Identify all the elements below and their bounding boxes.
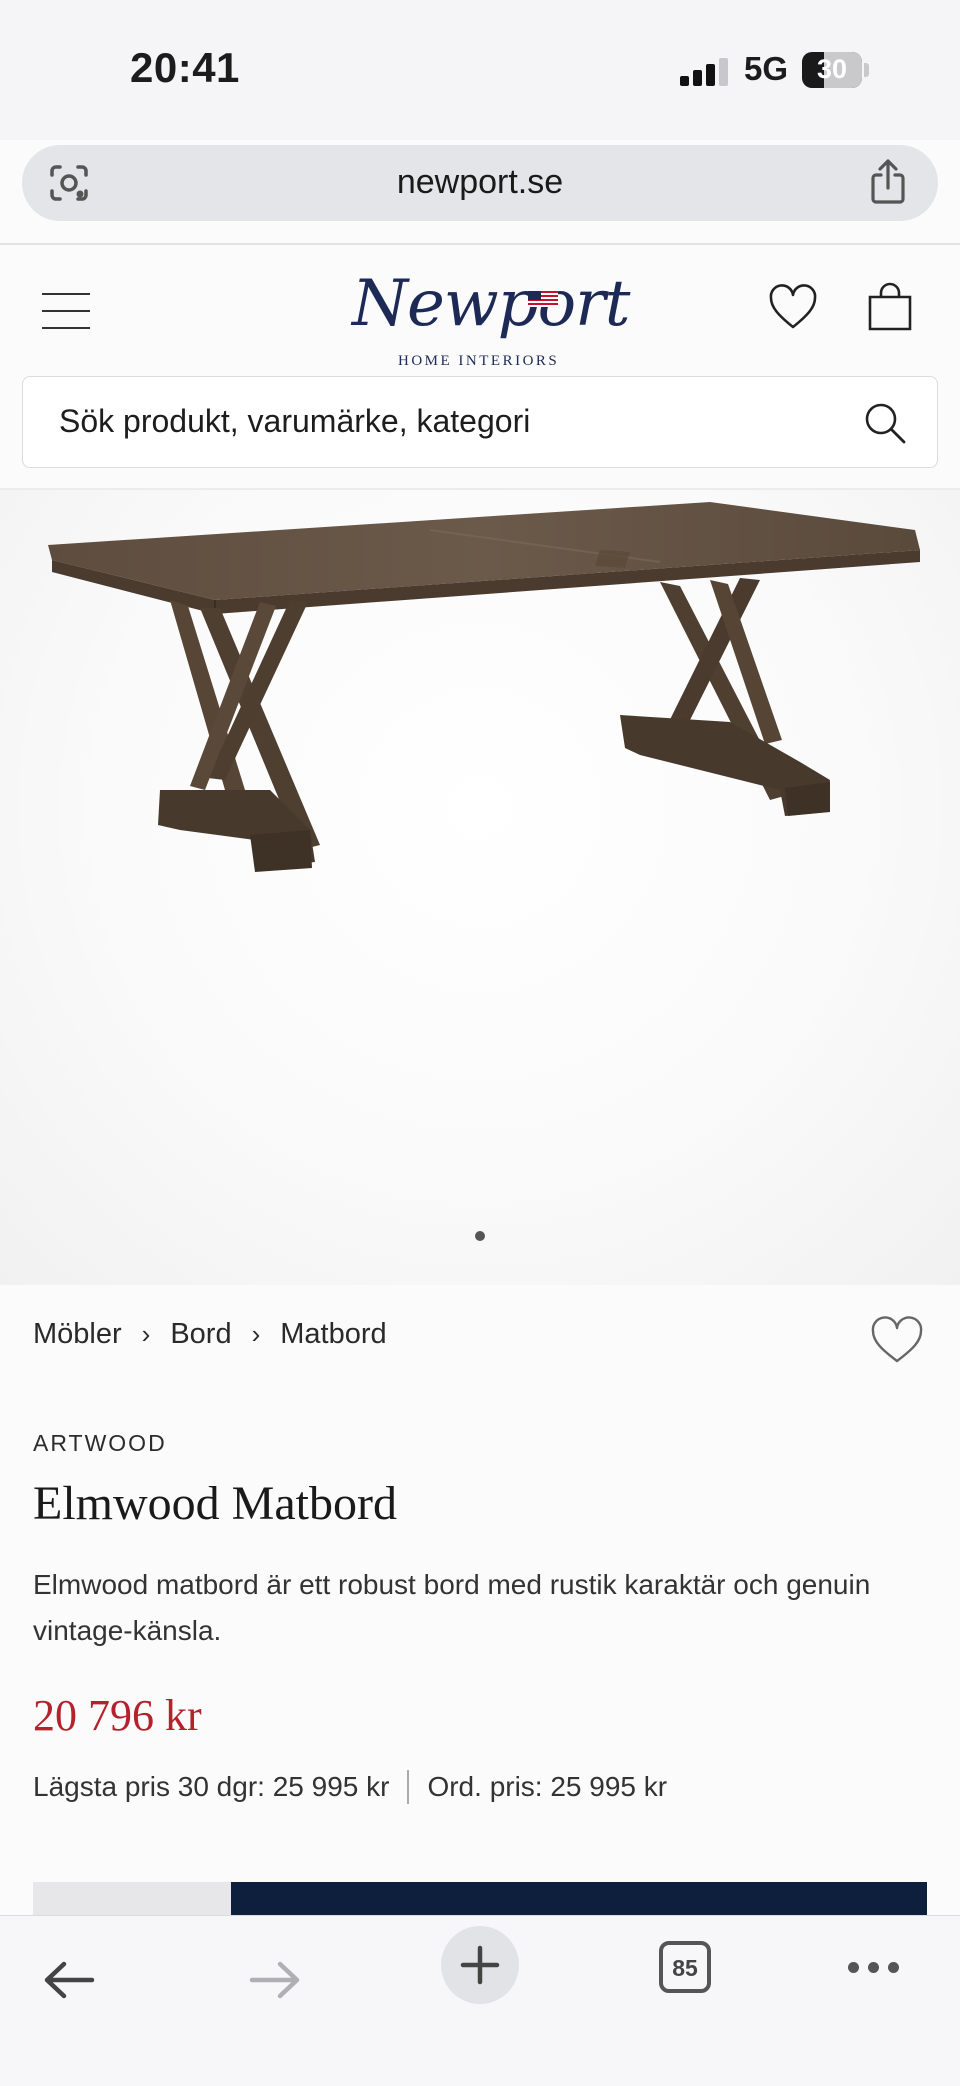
product-price: 20 796 kr xyxy=(33,1691,202,1740)
breadcrumb-item-matbord[interactable]: Matbord xyxy=(280,1318,386,1351)
logo-subtitle: HOME INTERIORS xyxy=(398,353,560,369)
search-icon[interactable] xyxy=(863,401,907,445)
search-input[interactable]: Sök produkt, varumärke, kategori xyxy=(22,376,938,468)
breadcrumb-separator: › xyxy=(251,1319,261,1349)
status-time: 20:41 xyxy=(130,44,240,91)
logo-wordmark: Newport xyxy=(352,267,630,341)
lowest-price: Lägsta pris 30 dgr: 25 995 kr xyxy=(33,1771,390,1802)
battery-icon: 30 xyxy=(802,52,862,88)
site-header: Newport HOME INTERIORS xyxy=(0,245,960,375)
share-icon[interactable] xyxy=(868,159,908,205)
breadcrumb-item-bord[interactable]: Bord xyxy=(170,1318,231,1351)
breadcrumb-separator: › xyxy=(141,1319,151,1349)
battery-tip xyxy=(864,63,869,77)
logo[interactable]: Newport HOME INTERIORS xyxy=(330,265,630,369)
battery-level: 30 xyxy=(816,54,848,84)
product-description: Elmwood matbord är ett robust bord med r… xyxy=(33,1569,871,1646)
price-divider xyxy=(407,1770,410,1804)
product-image[interactable] xyxy=(0,490,960,1285)
back-icon[interactable] xyxy=(42,1960,96,2000)
ordinary-price: Ord. pris: 25 995 kr xyxy=(427,1771,668,1802)
product-title: Elmwood Matbord xyxy=(33,1477,397,1530)
plus-icon xyxy=(460,1945,500,1985)
quantity-selector[interactable] xyxy=(33,1882,231,1916)
add-to-cart-button[interactable] xyxy=(231,1882,927,1916)
breadcrumb-item-mobler[interactable]: Möbler xyxy=(33,1318,122,1351)
bag-icon[interactable] xyxy=(866,281,914,331)
wishlist-heart-icon[interactable] xyxy=(870,1316,924,1366)
url-text[interactable]: newport.se xyxy=(22,163,938,202)
menu-icon[interactable] xyxy=(42,293,90,329)
table-photo xyxy=(48,502,920,872)
more-icon[interactable] xyxy=(848,1962,900,1974)
address-bar[interactable]: newport.se xyxy=(22,145,938,221)
flag-icon xyxy=(528,291,558,307)
status-bar: 20:41 5G 30 newport.se xyxy=(0,0,960,221)
heart-icon[interactable] xyxy=(768,283,818,333)
tabs-button[interactable]: 85 xyxy=(659,1941,711,1993)
network-type: 5G xyxy=(744,50,789,87)
new-tab-button[interactable] xyxy=(441,1926,519,2004)
product-brand[interactable]: ARTWOOD xyxy=(33,1430,167,1457)
tabs-count: 85 xyxy=(672,1955,698,1981)
forward-icon[interactable] xyxy=(248,1960,302,2000)
search-placeholder: Sök produkt, varumärke, kategori xyxy=(59,403,531,439)
breadcrumb: Möbler › Bord › Matbord xyxy=(33,1318,387,1351)
signal-icon xyxy=(680,56,730,86)
price-details: Lägsta pris 30 dgr: 25 995 kr Ord. pris:… xyxy=(33,1770,667,1804)
carousel-dot-active[interactable] xyxy=(475,1231,485,1241)
browser-toolbar: 85 xyxy=(0,1915,960,2086)
